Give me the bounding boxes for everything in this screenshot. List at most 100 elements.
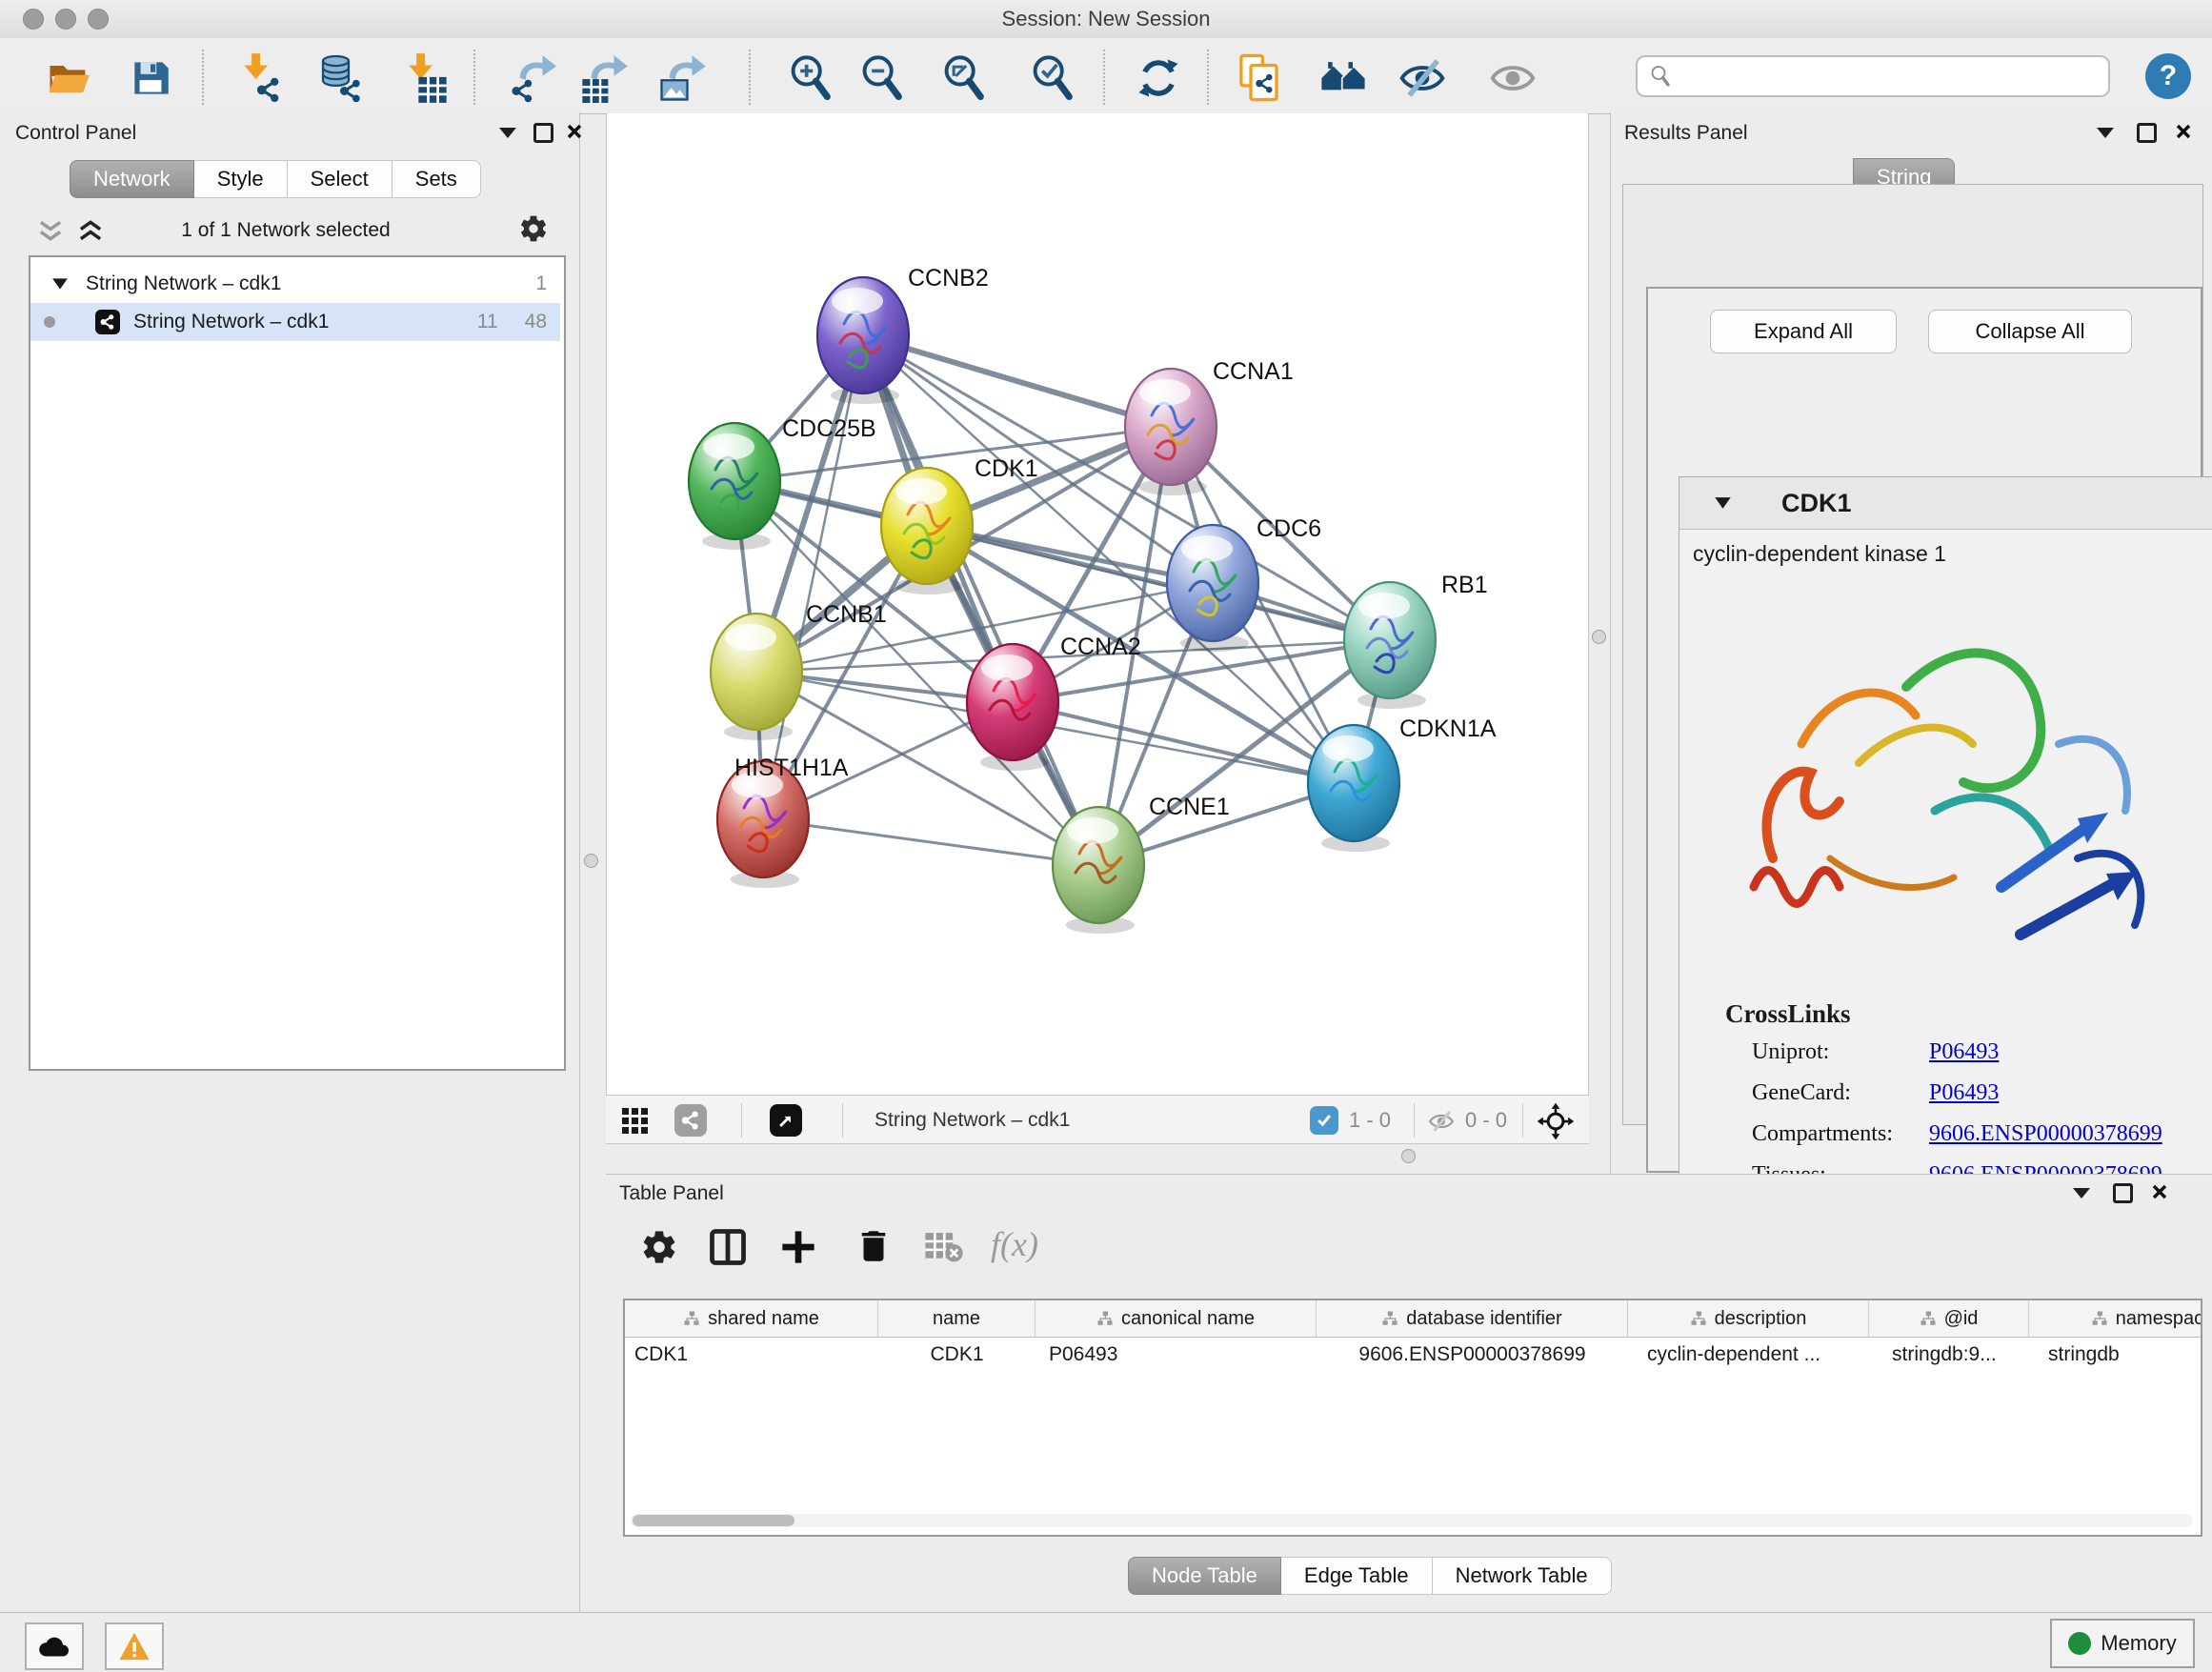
network-view-canvas[interactable]: CCNB2CCNA1CDC25BCDK1CDC6RB1CCNB1CCNA2CDK… [606, 113, 1589, 1095]
help-button[interactable]: ? [2145, 53, 2191, 99]
table-header-cell[interactable]: shared name [625, 1300, 878, 1337]
tab-network[interactable]: Network [70, 160, 194, 198]
crosslink-genecard[interactable]: P06493 [1929, 1080, 2162, 1106]
memory-button[interactable]: Memory [2050, 1619, 2195, 1668]
show-all-button[interactable] [1486, 51, 1539, 105]
table-header-cell[interactable]: @id [1869, 1300, 2029, 1337]
gene-section-header[interactable]: CDK1 [1679, 477, 2212, 530]
right-splitter-grip[interactable] [1592, 630, 1606, 644]
table-header-cell[interactable]: description [1628, 1300, 1869, 1337]
network-options-gear-icon[interactable] [518, 213, 549, 244]
table-horizontal-scrollbar[interactable] [631, 1514, 2193, 1527]
table-header-cell[interactable]: database identifier [1317, 1300, 1628, 1337]
tab-node-table[interactable]: Node Table [1128, 1557, 1281, 1595]
table-header-cell[interactable]: canonical name [1036, 1300, 1317, 1337]
horizontal-splitter-grip[interactable] [1401, 1149, 1416, 1163]
collapse-all-button[interactable]: Collapse All [1928, 310, 2132, 353]
import-network-file-button[interactable] [232, 51, 286, 105]
tab-network-table[interactable]: Network Table [1433, 1557, 1612, 1595]
panel-float-icon[interactable] [2137, 123, 2157, 143]
toolbar-separator [749, 50, 751, 105]
show-columns-icon[interactable] [707, 1226, 749, 1268]
panel-menu-icon[interactable] [499, 128, 516, 138]
network-node-RB1[interactable]: RB1 [1344, 572, 1488, 709]
panel-float-icon[interactable] [2113, 1183, 2133, 1203]
import-network-database-button[interactable] [313, 51, 367, 105]
table-header-cell[interactable]: name [878, 1300, 1036, 1337]
save-session-button[interactable] [124, 51, 177, 105]
delete-column-icon[interactable] [854, 1226, 894, 1266]
import-table-file-button[interactable] [397, 51, 451, 105]
network-edge[interactable] [763, 335, 863, 819]
panel-close-icon[interactable] [566, 123, 583, 140]
search-input[interactable] [1679, 64, 2108, 89]
expand-all-button[interactable]: Expand All [1710, 310, 1897, 353]
crosslink-compartments[interactable]: 9606.ENSP00000378699 [1929, 1121, 2162, 1147]
panel-float-icon[interactable] [533, 123, 553, 143]
hidden-eye-icon[interactable] [1427, 1107, 1456, 1136]
table-cell[interactable]: CDK1 [625, 1343, 878, 1366]
collapse-all-networks-icon[interactable] [38, 219, 63, 242]
table-cell[interactable]: CDK1 [878, 1343, 1036, 1366]
tab-style[interactable]: Style [194, 160, 288, 198]
panel-menu-icon[interactable] [2097, 128, 2114, 138]
table-row[interactable]: CDK1 CDK1 P06493 9606.ENSP00000378699 cy… [625, 1338, 2201, 1372]
table-cell[interactable]: stringdb:9... [1869, 1343, 2029, 1366]
warnings-button[interactable] [105, 1622, 164, 1670]
tab-edge-table[interactable]: Edge Table [1281, 1557, 1433, 1595]
export-network-button[interactable] [507, 51, 560, 105]
crosslink-uniprot[interactable]: P06493 [1929, 1039, 2162, 1065]
table-header-cell[interactable]: namespace [2029, 1300, 2202, 1337]
network-node-CDKN1A[interactable]: CDKN1A [1308, 715, 1497, 852]
table-cell[interactable]: 9606.ENSP00000378699 [1317, 1343, 1628, 1366]
tab-select[interactable]: Select [288, 160, 392, 198]
network-node-CCNA1[interactable]: CCNA1 [1125, 358, 1294, 495]
external-view-icon[interactable] [770, 1104, 802, 1137]
panel-close-icon[interactable] [2175, 123, 2192, 140]
network-node-CCNA2[interactable]: CCNA2 [967, 634, 1141, 771]
network-edge[interactable] [863, 335, 1171, 427]
export-image-button[interactable] [656, 51, 710, 105]
center-view-crosshair-icon[interactable] [1536, 1101, 1576, 1141]
section-collapse-icon[interactable] [1714, 496, 1732, 510]
table-cell[interactable]: stringdb [2029, 1343, 2202, 1366]
export-table-button[interactable] [578, 51, 632, 105]
panel-close-icon[interactable] [2151, 1183, 2168, 1200]
zoom-out-button[interactable] [855, 51, 909, 105]
table-cell[interactable]: cyclin-dependent ... [1628, 1343, 1869, 1366]
tab-sets[interactable]: Sets [392, 160, 481, 198]
new-network-from-selection-button[interactable] [1233, 51, 1286, 105]
tree-expander-icon[interactable] [51, 277, 69, 291]
zoom-in-button[interactable] [784, 51, 837, 105]
first-neighbors-button[interactable] [1317, 51, 1371, 105]
zoom-fit-button[interactable] [937, 51, 991, 105]
zoom-selected-button[interactable] [1026, 51, 1079, 105]
apply-layout-button[interactable] [1132, 51, 1185, 105]
left-splitter-grip[interactable] [584, 854, 598, 868]
expand-all-networks-icon[interactable] [78, 219, 103, 242]
network-node-CDC6[interactable]: CDC6 [1167, 515, 1321, 652]
network-node-CDC25B[interactable]: CDC25B [689, 415, 876, 550]
hide-selection-button[interactable] [1396, 51, 1449, 105]
table-settings-gear-icon[interactable] [640, 1228, 678, 1266]
network-canvas-svg[interactable]: CCNB2CCNA1CDC25BCDK1CDC6RB1CCNB1CCNA2CDK… [607, 113, 1588, 1093]
selected-checkbox-icon[interactable] [1310, 1106, 1338, 1135]
birdseye-grid-icon[interactable] [621, 1107, 650, 1136]
network-edge[interactable] [863, 335, 1098, 865]
network-node-CCNB2[interactable]: CCNB2 [817, 265, 989, 404]
cloud-status-button[interactable] [25, 1622, 84, 1670]
network-node-CCNB1[interactable]: CCNB1 [711, 601, 887, 740]
scrollbar-thumb[interactable] [633, 1515, 794, 1526]
network-edge[interactable] [763, 819, 1098, 865]
table-cell[interactable]: P06493 [1036, 1343, 1317, 1366]
control-panel: Control Panel Network Style Select Sets … [0, 112, 580, 1612]
add-column-icon[interactable] [779, 1228, 817, 1266]
network-collection-row[interactable]: String Network – cdk1 1 [30, 265, 560, 303]
network-share-badge-icon[interactable] [674, 1104, 707, 1137]
open-session-button[interactable] [42, 51, 95, 105]
network-edge[interactable] [1013, 702, 1354, 783]
panel-menu-icon[interactable] [2073, 1188, 2090, 1199]
network-node-HIST1H1A[interactable]: HIST1H1A [717, 755, 849, 888]
network-row[interactable]: String Network – cdk1 11 48 [30, 303, 560, 341]
network-node-CCNE1[interactable]: CCNE1 [1053, 794, 1230, 934]
